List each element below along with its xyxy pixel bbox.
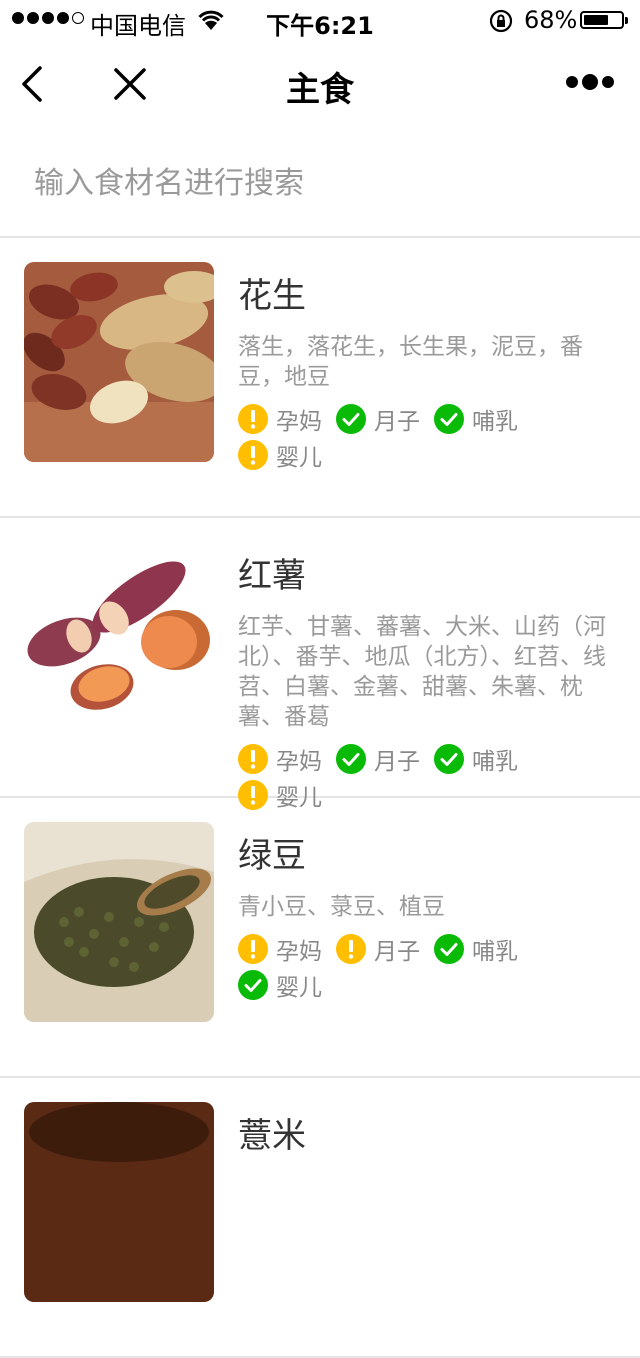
check-icon bbox=[238, 970, 268, 1000]
battery-percent: 68% bbox=[524, 6, 578, 34]
mung-bean-image bbox=[24, 822, 214, 1022]
check-icon bbox=[336, 404, 366, 434]
tag-breastfeeding: 哺乳 bbox=[434, 934, 518, 965]
search-input[interactable] bbox=[32, 160, 596, 206]
tag-breastfeeding: 哺乳 bbox=[434, 744, 518, 775]
warning-icon bbox=[336, 934, 366, 964]
check-icon bbox=[336, 744, 366, 774]
food-alias: 红芋、甘薯、蕃薯、大米、山药（河北）、番芋、地瓜（北方）、红苕、线苕、白薯、金薯… bbox=[238, 614, 606, 730]
more-dots-icon[interactable] bbox=[566, 74, 614, 90]
warning-icon bbox=[238, 744, 268, 774]
tag-breastfeeding: 哺乳 bbox=[434, 404, 518, 435]
battery-icon bbox=[580, 11, 628, 29]
peanut-image bbox=[24, 262, 214, 462]
food-list: 花生 落生，落花生，长生果，泥豆，番豆，地豆 孕妈 月子 哺乳 婴儿 红薯 红芋… bbox=[0, 238, 640, 1358]
food-name: 绿豆 bbox=[238, 836, 306, 876]
tag-infant: 婴儿 bbox=[238, 440, 322, 471]
food-name: 花生 bbox=[238, 276, 306, 316]
page-title: 主食 bbox=[286, 70, 354, 110]
sweet-potato-image bbox=[24, 542, 214, 742]
food-item-peanut[interactable]: 花生 落生，落花生，长生果，泥豆，番豆，地豆 孕妈 月子 哺乳 婴儿 bbox=[0, 238, 640, 518]
check-icon bbox=[434, 404, 464, 434]
warning-icon bbox=[238, 934, 268, 964]
food-item-coix-seed[interactable]: 薏米 bbox=[0, 1078, 640, 1358]
tag-pregnant: 孕妈 bbox=[238, 744, 322, 775]
rotation-lock-icon bbox=[488, 8, 514, 40]
nav-bar: 主食 bbox=[0, 40, 640, 128]
coix-seed-image bbox=[24, 1102, 214, 1302]
tag-infant: 婴儿 bbox=[238, 970, 322, 1001]
tag-confinement: 月子 bbox=[336, 404, 420, 435]
food-name: 薏米 bbox=[238, 1116, 306, 1156]
check-icon bbox=[434, 934, 464, 964]
food-alias: 落生，落花生，长生果，泥豆，番豆，地豆 bbox=[238, 334, 583, 390]
suitability-tags: 孕妈 月子 哺乳 婴儿 bbox=[238, 934, 568, 1001]
tag-confinement: 月子 bbox=[336, 744, 420, 775]
food-item-sweet-potato[interactable]: 红薯 红芋、甘薯、蕃薯、大米、山药（河北）、番芋、地瓜（北方）、红苕、线苕、白薯… bbox=[0, 518, 640, 811]
check-icon bbox=[434, 744, 464, 774]
warning-icon bbox=[238, 404, 268, 434]
tag-pregnant: 孕妈 bbox=[238, 404, 322, 435]
tag-confinement: 月子 bbox=[336, 934, 420, 965]
suitability-tags: 孕妈 月子 哺乳 婴儿 bbox=[238, 404, 568, 471]
search-bar bbox=[0, 128, 640, 238]
food-item-mung-bean[interactable]: 绿豆 青小豆、菉豆、植豆 孕妈 月子 哺乳 婴儿 bbox=[0, 798, 640, 1078]
food-name: 红薯 bbox=[238, 556, 306, 596]
warning-icon bbox=[238, 440, 268, 470]
tag-pregnant: 孕妈 bbox=[238, 934, 322, 965]
food-alias: 青小豆、菉豆、植豆 bbox=[238, 894, 445, 920]
status-bar: 中国电信 下午6:21 68% bbox=[0, 0, 640, 40]
